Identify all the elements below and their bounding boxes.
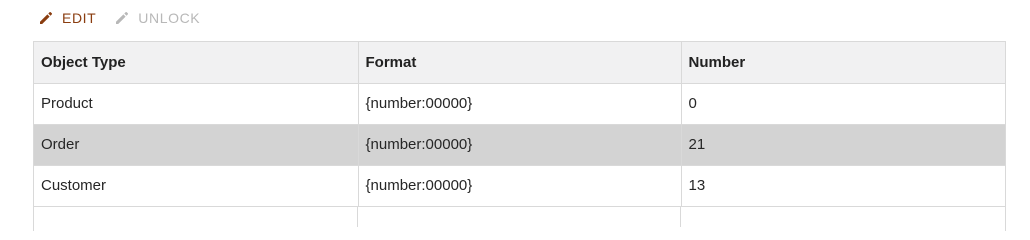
number-format-grid: Object Type Format Number Product {numbe… — [33, 41, 1006, 231]
header-row: Object Type Format Number — [34, 42, 1005, 84]
number-cell[interactable]: 21 — [681, 124, 1005, 166]
unlock-button[interactable]: UNLOCK — [114, 10, 200, 26]
number-format-table: Object Type Format Number Product {numbe… — [34, 42, 1005, 207]
number-cell[interactable]: 13 — [681, 165, 1005, 207]
column-divider — [680, 206, 681, 227]
object-type-cell[interactable]: Order — [34, 124, 359, 166]
column-header-object-type[interactable]: Object Type — [34, 42, 359, 84]
table-row[interactable]: Customer {number:00000} 13 — [34, 165, 1005, 207]
format-cell[interactable]: {number:00000} — [358, 83, 682, 125]
column-header-number[interactable]: Number — [681, 42, 1005, 84]
object-type-cell[interactable]: Product — [34, 83, 359, 125]
column-header-format[interactable]: Format — [358, 42, 682, 84]
unlock-label: UNLOCK — [138, 10, 201, 26]
toolbar: EDIT UNLOCK — [38, 8, 200, 28]
empty-grid-area — [34, 206, 1005, 227]
table-row[interactable]: Product {number:00000} 0 — [34, 83, 1005, 125]
object-type-cell[interactable]: Customer — [34, 165, 359, 207]
edit-button[interactable]: EDIT — [38, 10, 96, 26]
number-cell[interactable]: 0 — [681, 83, 1005, 125]
edit-label: EDIT — [62, 10, 97, 26]
pencil-icon — [114, 10, 130, 26]
table-row[interactable]: Order {number:00000} 21 — [34, 124, 1005, 166]
column-divider — [357, 206, 358, 227]
format-cell[interactable]: {number:00000} — [358, 124, 682, 166]
format-cell[interactable]: {number:00000} — [358, 165, 682, 207]
pencil-icon — [38, 10, 54, 26]
